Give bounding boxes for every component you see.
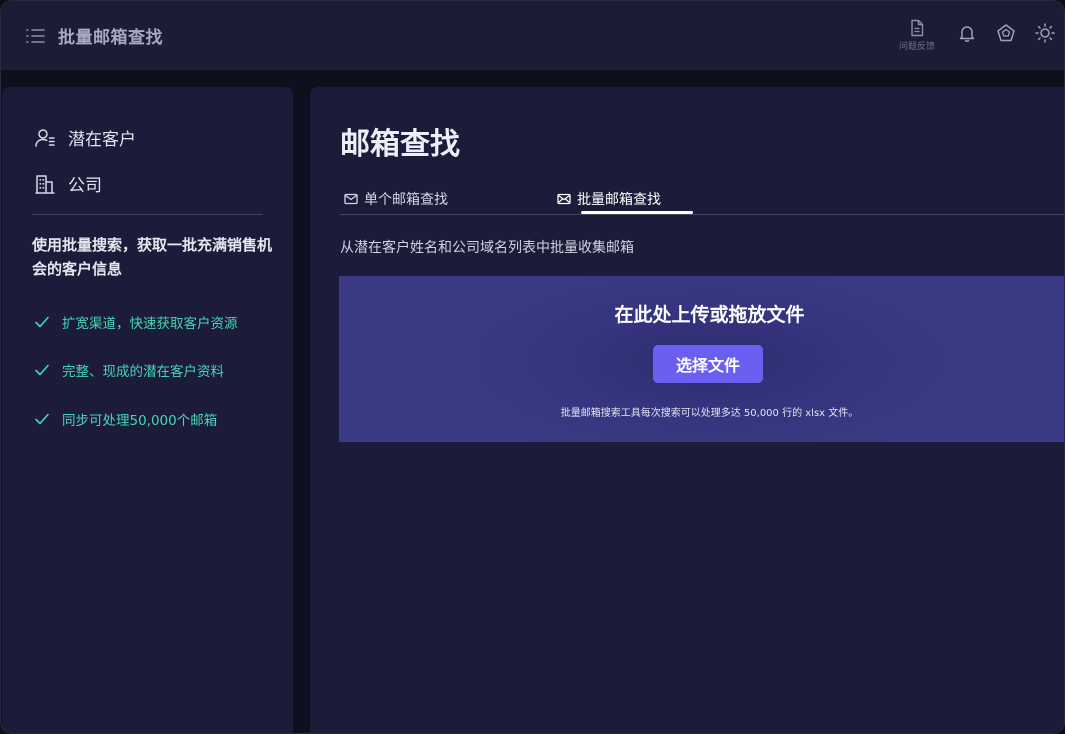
main-panel: 邮箱查找 单个邮箱查找 批量邮箱查找 从潜在客户姓名和公司域名列表中批量收集邮箱	[310, 87, 1064, 733]
tab-bulk-email[interactable]: 批量邮箱查找	[557, 187, 661, 211]
feedback-button[interactable]: 问题反馈	[895, 19, 939, 52]
sidebar-item-companies[interactable]: 公司	[34, 171, 102, 196]
app-window: 批量邮箱查找 问题反馈 潜在客户 公司 使用批量搜索，获取一批充满销售机会的客户…	[0, 0, 1065, 734]
app-title: 批量邮箱查找	[58, 28, 163, 48]
check-icon	[35, 364, 49, 376]
sun-icon[interactable]	[1035, 23, 1055, 43]
mail-icon	[344, 193, 358, 205]
user-list-icon	[35, 128, 55, 147]
dropzone-title: 在此处上传或拖放文件	[614, 304, 805, 326]
choose-file-button[interactable]: 选择文件	[653, 345, 763, 383]
tab-label: 批量邮箱查找	[577, 192, 661, 208]
building-icon	[35, 174, 55, 194]
menu-icon[interactable]	[25, 26, 45, 46]
feature-item: 同步可处理50,000个邮箱	[34, 409, 217, 429]
feature-item: 扩宽渠道，快速获取客户资源	[34, 312, 238, 332]
top-header: 批量邮箱查找 问题反馈	[1, 1, 1064, 70]
sidebar-item-label: 公司	[68, 176, 102, 196]
sidebar-divider	[32, 214, 263, 215]
bell-icon[interactable]	[957, 23, 977, 43]
sidebar-item-prospects[interactable]: 潜在客户	[34, 125, 136, 150]
feature-label: 扩宽渠道，快速获取客户资源	[62, 316, 238, 332]
tab-bar: 单个邮箱查找 批量邮箱查找	[340, 187, 1064, 215]
file-dropzone[interactable]: 在此处上传或拖放文件 选择文件 批量邮箱搜索工具每次搜索可以处理多达 50,00…	[339, 276, 1064, 442]
active-tab-indicator	[581, 211, 693, 214]
page-subtitle: 从潜在客户姓名和公司域名列表中批量收集邮箱	[340, 240, 634, 256]
feedback-label: 问题反馈	[898, 42, 935, 52]
sidebar-item-label: 潜在客户	[68, 130, 136, 150]
promo-text: 使用批量搜索，获取一批充满销售机会的客户信息	[32, 236, 273, 278]
dropzone-note: 批量邮箱搜索工具每次搜索可以处理多达 50,000 行的 xlsx 文件。	[560, 408, 859, 419]
page-title: 邮箱查找	[340, 127, 460, 162]
feature-item: 完整、现成的潜在客户资料	[34, 360, 224, 380]
feature-label: 同步可处理50,000个邮箱	[62, 413, 218, 429]
check-icon	[35, 413, 49, 425]
tab-single-email[interactable]: 单个邮箱查找	[344, 187, 448, 211]
document-icon	[911, 19, 924, 37]
mail-open-icon	[557, 193, 571, 205]
check-icon	[35, 316, 49, 328]
feature-label: 完整、现成的潜在客户资料	[62, 364, 224, 380]
tab-label: 单个邮箱查找	[364, 192, 448, 208]
sidebar: 潜在客户 公司 使用批量搜索，获取一批充满销售机会的客户信息 扩宽渠道，快速获取…	[2, 87, 293, 733]
badge-icon[interactable]	[996, 23, 1016, 43]
